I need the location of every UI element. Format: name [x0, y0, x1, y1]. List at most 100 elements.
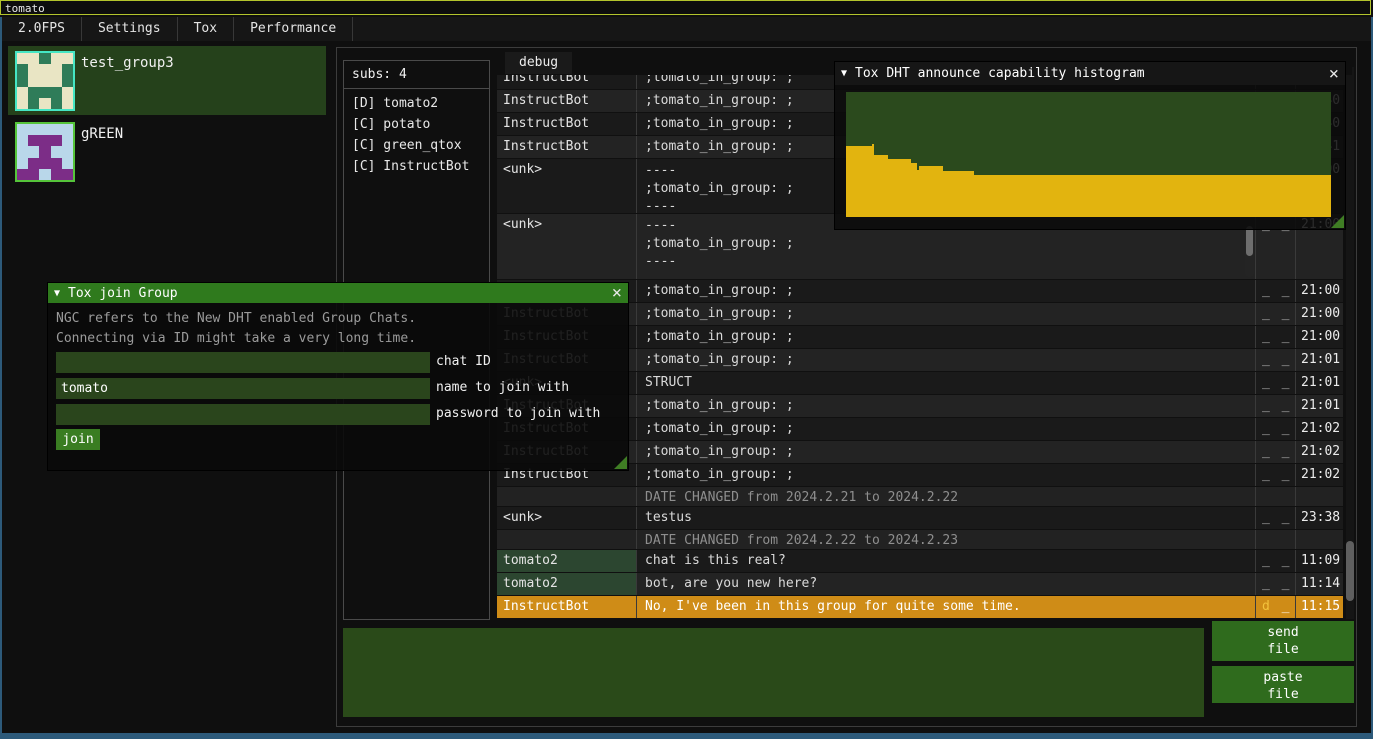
message-cell: testus: [637, 507, 1255, 529]
message-cell-scrollbar-handle[interactable]: [1246, 226, 1253, 256]
join-password-input[interactable]: [56, 404, 430, 425]
sub-member-potato[interactable]: [C] potato: [344, 114, 489, 135]
close-icon[interactable]: ×: [612, 286, 622, 300]
menu-item-tox[interactable]: Tox: [178, 17, 234, 41]
join-name-input[interactable]: [56, 378, 430, 399]
message-cell: ;tomato_in_group: ;: [637, 303, 1255, 325]
close-icon[interactable]: ×: [1329, 67, 1339, 81]
send-file-button[interactable]: sendfile: [1212, 621, 1354, 661]
menu-item-performance[interactable]: Performance: [234, 17, 353, 41]
group-item-test_group3[interactable]: test_group3: [8, 46, 326, 115]
menu-item-settings[interactable]: Settings: [82, 17, 178, 41]
status-cell: _ _: [1255, 550, 1295, 572]
app-window: tomato 2.0FPS Settings Tox Performance t…: [0, 0, 1373, 739]
sub-member-green_qtox[interactable]: [C] green_qtox: [344, 135, 489, 156]
status-cell: _ _: [1255, 372, 1295, 394]
message-cell: ;tomato_in_group: ;: [637, 464, 1255, 486]
chat-row[interactable]: tomato2chat is this real?_ _ 11:09: [497, 550, 1343, 573]
timestamp-cell: [1295, 487, 1343, 506]
sub-member-InstructBot[interactable]: [C] InstructBot: [344, 156, 489, 177]
chat-id-label: chat ID: [436, 354, 491, 369]
timestamp-cell: 21:00: [1295, 280, 1343, 302]
group-name: gREEN: [81, 126, 123, 142]
status-cell: _ _: [1255, 418, 1295, 440]
status-cell: _ _: [1255, 395, 1295, 417]
message-cell: ;tomato_in_group: ;: [637, 418, 1255, 440]
timestamp-cell: 21:00: [1295, 303, 1343, 325]
timestamp-cell: 23:38: [1295, 507, 1343, 529]
sender-cell: <unk>: [497, 159, 637, 213]
group-name: test_group3: [81, 55, 174, 71]
chat-row[interactable]: tomato2bot, are you new here?_ _ 11:14: [497, 573, 1343, 596]
chat-scrollbar[interactable]: [1346, 67, 1354, 619]
timestamp-cell: 21:01: [1295, 395, 1343, 417]
histogram-bar: [974, 175, 1330, 218]
collapse-arrow-icon[interactable]: ▼: [841, 68, 847, 79]
chat-row[interactable]: DATE CHANGED from 2024.2.21 to 2024.2.22: [497, 487, 1343, 507]
sender-cell: InstructBot: [497, 596, 637, 618]
timestamp-cell: 21:01: [1295, 372, 1343, 394]
message-input[interactable]: [343, 628, 1204, 717]
join-name-label: name to join with: [436, 380, 569, 395]
chat-row[interactable]: InstructBotNo, I've been in this group f…: [497, 596, 1343, 619]
status-cell: _ _: [1255, 326, 1295, 348]
status-cell: [1255, 487, 1295, 506]
histogram-bar: [888, 159, 911, 218]
dht-histogram-titlebar[interactable]: ▼ Tox DHT announce capability histogram …: [835, 62, 1345, 85]
timestamp-cell: 21:00: [1295, 326, 1343, 348]
timestamp-cell: 21:02: [1295, 464, 1343, 486]
sub-member-tomato2[interactable]: [D] tomato2: [344, 93, 489, 114]
message-cell: ;tomato_in_group: ;: [637, 280, 1255, 302]
status-cell: _ _: [1255, 507, 1295, 529]
sender-cell: [497, 487, 637, 506]
group-item-green[interactable]: gREEN: [8, 117, 326, 186]
dht-histogram-window: ▼ Tox DHT announce capability histogram …: [835, 62, 1345, 229]
histogram-bar: [874, 155, 889, 218]
timestamp-cell: 11:09: [1295, 550, 1343, 572]
message-cell: chat is this real?: [637, 550, 1255, 572]
timestamp-cell: 21:01: [1295, 349, 1343, 371]
message-cell: ;tomato_in_group: ;: [637, 326, 1255, 348]
join-info-line: NGC refers to the New DHT enabled Group …: [56, 311, 416, 326]
sender-cell: tomato2: [497, 573, 637, 595]
subs-list: [D] tomato2[C] potato[C] green_qtox[C] I…: [344, 93, 489, 177]
status-cell: _ _: [1255, 464, 1295, 486]
group-avatar-identicon: [15, 122, 75, 182]
message-cell: STRUCT: [637, 372, 1255, 394]
tab-debug[interactable]: debug: [505, 52, 572, 74]
join-group-titlebar[interactable]: ▼ Tox join Group ×: [48, 283, 628, 303]
timestamp-cell: [1295, 530, 1343, 549]
message-cell: No, I've been in this group for quite so…: [637, 596, 1255, 618]
message-cell: ;tomato_in_group: ;: [637, 349, 1255, 371]
join-group-window: ▼ Tox join Group × NGC refers to the New…: [48, 283, 628, 470]
message-cell: bot, are you new here?: [637, 573, 1255, 595]
message-cell: DATE CHANGED from 2024.2.21 to 2024.2.22: [637, 487, 1255, 506]
chat-scrollbar-handle[interactable]: [1346, 541, 1354, 601]
sender-cell: InstructBot: [497, 113, 637, 135]
chat-id-input[interactable]: [56, 352, 430, 373]
histogram-bar: [919, 166, 943, 217]
status-cell: _ _: [1255, 573, 1295, 595]
histogram-bar: [846, 146, 872, 217]
sender-cell: tomato2: [497, 550, 637, 572]
paste-file-button[interactable]: pastefile: [1212, 666, 1354, 703]
resize-grip[interactable]: [614, 456, 627, 469]
status-cell: _ _: [1255, 280, 1295, 302]
chat-row[interactable]: <unk>testus_ _ 23:38: [497, 507, 1343, 530]
status-cell: _ _: [1255, 349, 1295, 371]
menu-item-fps[interactable]: 2.0FPS: [2, 17, 82, 41]
sender-cell: InstructBot: [497, 136, 637, 158]
dht-histogram-plot: [846, 92, 1331, 217]
sender-cell: [497, 530, 637, 549]
timestamp-cell: 11:15: [1295, 596, 1343, 618]
collapse-arrow-icon[interactable]: ▼: [54, 288, 60, 299]
subs-count: subs: 4: [344, 61, 489, 86]
resize-grip[interactable]: [1331, 215, 1344, 228]
timestamp-cell: 11:14: [1295, 573, 1343, 595]
chat-row[interactable]: DATE CHANGED from 2024.2.22 to 2024.2.23: [497, 530, 1343, 550]
window-title: Tox DHT announce capability histogram: [855, 66, 1329, 81]
join-button[interactable]: join: [56, 429, 100, 450]
sender-cell: <unk>: [497, 507, 637, 529]
os-titlebar[interactable]: tomato: [0, 0, 1371, 15]
menubar: 2.0FPS Settings Tox Performance: [2, 17, 1371, 41]
